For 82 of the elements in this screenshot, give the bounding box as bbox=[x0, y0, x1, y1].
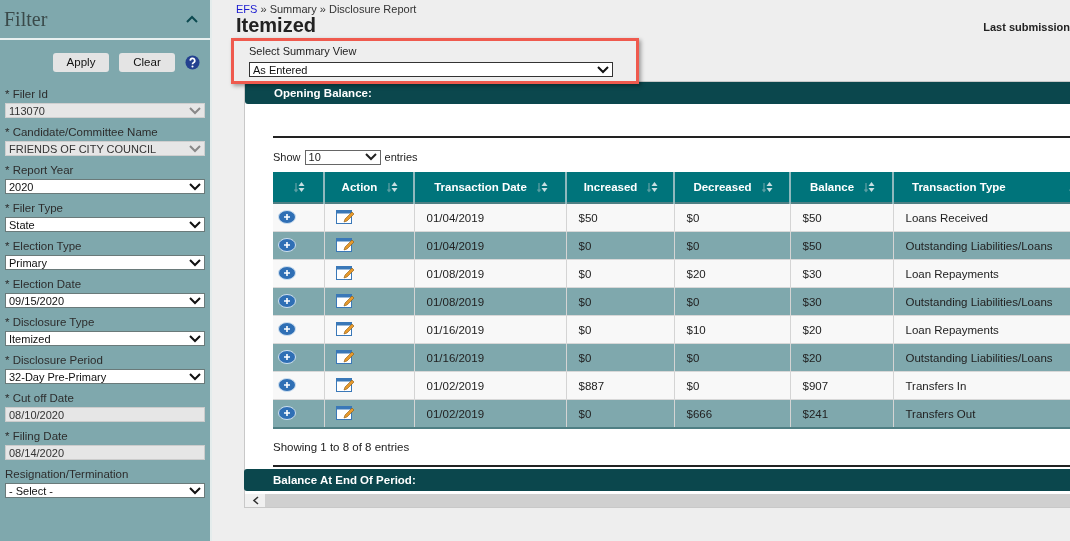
table-cell: 01/08/2019 bbox=[414, 287, 566, 316]
table-cell: $0 bbox=[566, 259, 674, 288]
field-label: * Cut off Date bbox=[5, 391, 75, 406]
table-cell: $0 bbox=[566, 343, 674, 372]
breadcrumb-link[interactable]: EFS bbox=[236, 3, 258, 15]
table-cell: $30 bbox=[790, 287, 893, 316]
breadcrumb-item: Disclosure Report bbox=[328, 3, 417, 15]
sidebar-title: Filter bbox=[4, 7, 48, 31]
dropdown[interactable]: 09/15/2020 bbox=[5, 293, 205, 308]
table-cell: $0 bbox=[566, 287, 674, 316]
table-cell: 01/16/2019 bbox=[414, 343, 566, 372]
dropdown[interactable]: State bbox=[5, 217, 205, 232]
table-cell: Loan Repayments bbox=[893, 315, 1070, 344]
field-label: * Report Year bbox=[5, 163, 75, 178]
dropdown[interactable]: Itemized bbox=[5, 331, 205, 346]
column-header[interactable]: Transaction Date bbox=[414, 172, 566, 203]
column-header[interactable]: Decreased bbox=[674, 172, 790, 203]
field-label: * Filer Type bbox=[5, 201, 64, 216]
table-cell: $666 bbox=[674, 399, 790, 428]
table-cell: $50 bbox=[790, 203, 893, 232]
table-cell: $0 bbox=[674, 371, 790, 400]
field-label: * Filer Id bbox=[5, 87, 49, 102]
table-cell: Loan Repayments bbox=[893, 259, 1070, 288]
dropdown[interactable]: Primary bbox=[5, 255, 205, 270]
table-cell: 01/04/2019 bbox=[414, 203, 566, 232]
entries-dropdown[interactable]: 10 bbox=[304, 149, 381, 165]
table-cell: $0 bbox=[566, 231, 674, 260]
breadcrumb-separator: » bbox=[319, 3, 326, 15]
page-title: Itemized bbox=[236, 15, 317, 35]
dropdown[interactable]: 32-Day Pre-Primary bbox=[5, 369, 205, 384]
breadcrumb-item: Summary bbox=[269, 3, 317, 15]
field-label: * Candidate/Committee Name bbox=[5, 125, 159, 140]
field-label: * Election Type bbox=[5, 239, 83, 254]
table-cell: Transfers In bbox=[893, 371, 1070, 400]
table-cell: $0 bbox=[566, 315, 674, 344]
table-cell: Transfers Out bbox=[893, 399, 1070, 428]
breadcrumb-separator: » bbox=[260, 3, 267, 15]
column-header[interactable]: Balance bbox=[790, 172, 893, 203]
table-cell: 01/02/2019 bbox=[414, 371, 566, 400]
table-cell: Loans Received bbox=[893, 203, 1070, 232]
column-header[interactable]: Increased bbox=[566, 172, 674, 203]
field-label: * Disclosure Period bbox=[5, 353, 104, 368]
table-cell: Outstanding Liabilities/Loans bbox=[893, 287, 1070, 316]
section-header: Opening Balance: bbox=[245, 82, 1070, 104]
section-header: Balance At End Of Period: bbox=[244, 469, 1070, 491]
dropdown[interactable]: - Select - bbox=[5, 483, 205, 498]
filter-button[interactable]: Clear bbox=[119, 52, 175, 72]
table-cell: $0 bbox=[674, 203, 790, 232]
table-cell: $20 bbox=[790, 315, 893, 344]
table-cell: $0 bbox=[674, 287, 790, 316]
field-label: * Election Date bbox=[5, 277, 83, 292]
table-cell: $0 bbox=[674, 231, 790, 260]
column-header[interactable]: Transaction Type bbox=[893, 172, 1070, 203]
table-cell: $30 bbox=[790, 259, 893, 288]
table-cell: Outstanding Liabilities/Loans bbox=[893, 343, 1070, 372]
field-label: * Disclosure Type bbox=[5, 315, 96, 330]
table-cell: 01/02/2019 bbox=[414, 399, 566, 428]
table-cell: Outstanding Liabilities/Loans bbox=[893, 231, 1070, 260]
field-label: Resignation/Termination bbox=[5, 467, 130, 482]
show-label: Show bbox=[273, 151, 301, 163]
table-cell: $50 bbox=[790, 231, 893, 260]
summary-view-dropdown[interactable]: As Entered bbox=[249, 62, 613, 77]
table-info: Showing 1 to 8 of 8 entries bbox=[273, 440, 411, 455]
table-cell: $50 bbox=[566, 203, 674, 232]
table-cell: 01/16/2019 bbox=[414, 315, 566, 344]
summary-view-label: Select Summary View bbox=[248, 44, 358, 57]
column-header[interactable]: Action bbox=[324, 172, 414, 203]
table-cell: $10 bbox=[674, 315, 790, 344]
table-cell: 01/08/2019 bbox=[414, 259, 566, 288]
filter-button[interactable]: Apply bbox=[53, 52, 109, 72]
table-cell: $907 bbox=[790, 371, 893, 400]
dropdown[interactable]: 2020 bbox=[5, 179, 205, 194]
table-cell: $887 bbox=[566, 371, 674, 400]
table-cell: $0 bbox=[674, 343, 790, 372]
table-cell: $20 bbox=[790, 343, 893, 372]
table-cell: $0 bbox=[566, 399, 674, 428]
table-cell: $20 bbox=[674, 259, 790, 288]
table-cell: $241 bbox=[790, 399, 893, 428]
last-submission-label: Last submission bbox=[983, 21, 1070, 35]
table-cell: 01/04/2019 bbox=[414, 231, 566, 260]
entries-label: entries bbox=[384, 151, 418, 163]
field-label: * Filing Date bbox=[5, 429, 69, 444]
